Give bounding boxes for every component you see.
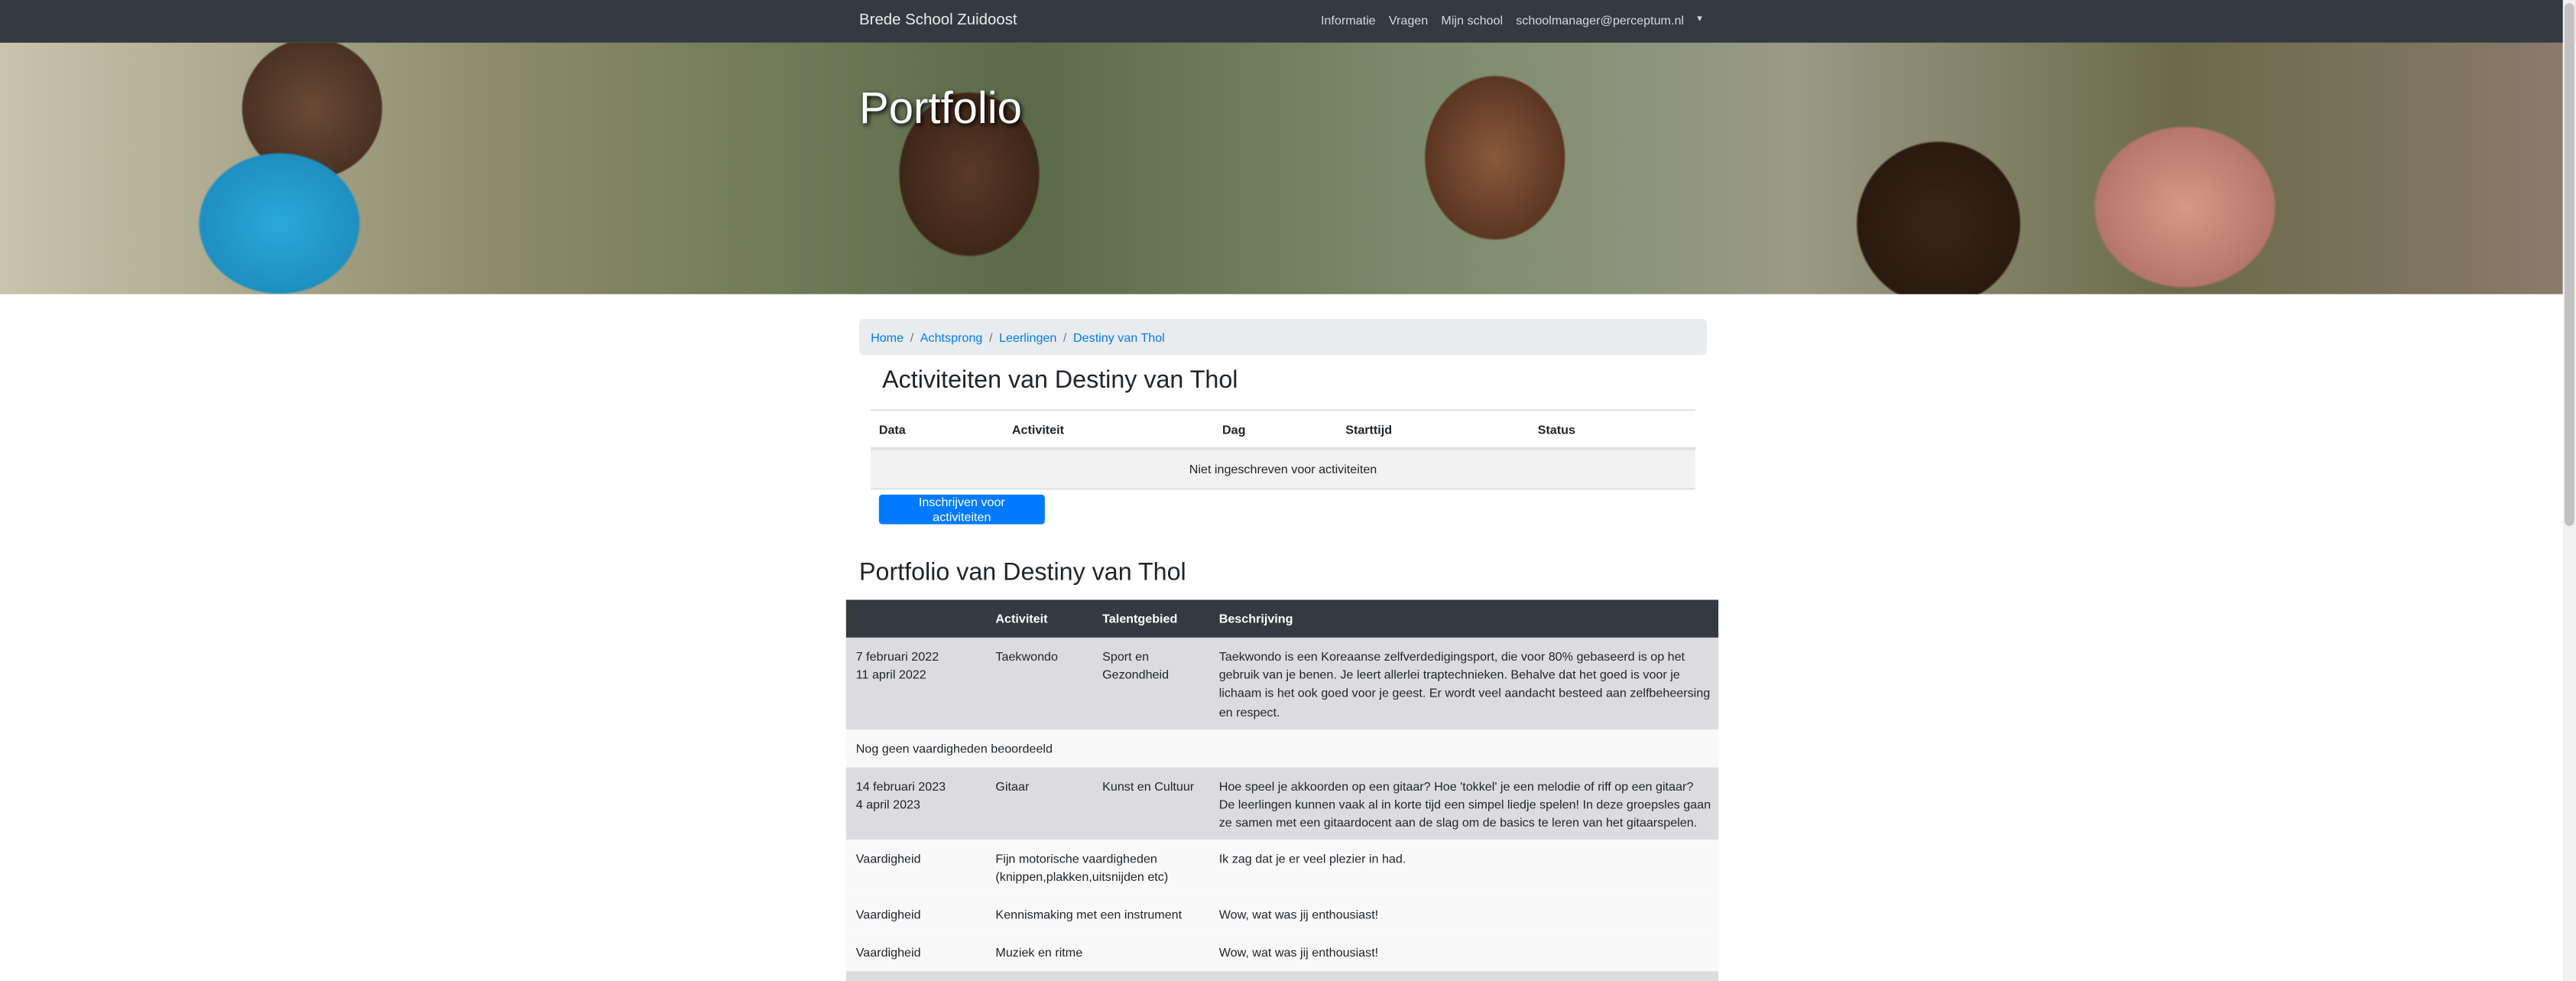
column-header: Activiteit — [1011, 422, 1065, 437]
skill-name: Fijn motorische vaardigheden (knippen,pl… — [995, 851, 1169, 885]
breadcrumb-students[interactable]: Leerlingen — [999, 330, 1056, 344]
breadcrumb-home[interactable]: Home — [871, 330, 904, 344]
table-row: 7 februari 2022 11 april 2022 Taekwondo … — [845, 637, 1719, 730]
start-date: 7 februari 2022 — [855, 648, 939, 664]
table-row: Nog geen vaardigheden beoordeeld — [845, 729, 1719, 768]
table-header: Activiteit Talentgebied Beschrijving — [845, 599, 1719, 638]
breadcrumb-separator: / — [910, 329, 914, 345]
table-row: 14 februari 2023 4 april 2023 Gitaar Kun… — [845, 767, 1719, 840]
portfolio-heading: Portfolio van Destiny van Thol — [859, 558, 1186, 587]
brand-link[interactable]: Brede School Zuidoost — [859, 11, 1017, 30]
scrollbar-thumb[interactable] — [2564, 3, 2574, 526]
page-scrollbar[interactable] — [2562, 0, 2576, 981]
column-header: Starttijd — [1345, 422, 1393, 437]
breadcrumb-separator: / — [1063, 329, 1067, 345]
nav-link-informatie[interactable]: Informatie — [1321, 13, 1376, 28]
page-title: Portfolio — [859, 83, 1022, 134]
skill-label: Vaardigheid — [855, 944, 921, 960]
enroll-activities-button[interactable]: Inschrijven voor activiteiten — [878, 494, 1045, 525]
activities-table: Data Activiteit Dag Starttijd Status Nie… — [871, 409, 1695, 490]
skill-label: Vaardigheid — [855, 907, 921, 922]
activity-name: Gitaar — [995, 778, 1030, 794]
column-header: Talentgebied — [1102, 611, 1178, 626]
column-header: Status — [1537, 422, 1575, 437]
top-navbar: Brede School Zuidoost Informatie Vragen … — [0, 0, 2576, 43]
skill-comment: Wow, wat was jij enthousiast! — [1218, 944, 1379, 960]
talent-area: Kunst en Cultuur — [1102, 778, 1195, 794]
skill-row: Vaardigheid Muziek en ritme Wow, wat was… — [845, 933, 1719, 972]
skill-row: Vaardigheid Fijn motorische vaardigheden… — [845, 840, 1719, 896]
column-header: Beschrijving — [1218, 611, 1293, 626]
activity-name: Taekwondo — [995, 648, 1058, 664]
skill-label: Vaardigheid — [855, 851, 921, 866]
column-header: Activiteit — [995, 611, 1048, 626]
breadcrumb-separator: / — [988, 329, 993, 345]
skill-comment: Ik zag dat je er veel plezier in had. — [1218, 851, 1406, 866]
end-date: 11 april 2022 — [855, 667, 926, 682]
nav-link-mijn-school[interactable]: Mijn school — [1441, 13, 1503, 28]
nav-links: Informatie Vragen Mijn school schoolmana… — [1321, 13, 1702, 28]
table-header: Data Activiteit Dag Starttijd Status — [871, 411, 1695, 450]
chevron-down-icon[interactable]: ▾ — [1697, 13, 1702, 28]
skill-row: Vaardigheid Kennismaking met een instrum… — [845, 895, 1719, 934]
user-menu-email[interactable]: schoolmanager@perceptum.nl — [1516, 13, 1684, 28]
breadcrumb-school[interactable]: Achtsprong — [920, 330, 983, 344]
breadcrumb: Home / Achtsprong / Leerlingen / Destiny… — [859, 318, 1708, 356]
start-date: 14 februari 2023 — [855, 778, 946, 794]
no-skills-note: Nog geen vaardigheden beoordeeld — [855, 741, 1053, 756]
hero-banner-image: Portfolio — [0, 42, 2563, 294]
end-date: 4 april 2023 — [855, 797, 920, 812]
activities-heading: Activiteiten van Destiny van Thol — [882, 366, 1238, 395]
page: Brede School Zuidoost Informatie Vragen … — [0, 0, 2576, 981]
talent-area-line2: Gezondheid — [1102, 667, 1170, 682]
table-row — [845, 971, 1719, 981]
nav-link-vragen[interactable]: Vragen — [1389, 13, 1428, 28]
activity-description: Taekwondo is een Koreaanse zelfverdedigi… — [1218, 648, 1711, 720]
skill-name: Kennismaking met een instrument — [995, 907, 1183, 922]
activity-description: Hoe speel je akkoorden op een gitaar? Ho… — [1218, 778, 1711, 831]
empty-state-row: Niet ingeschreven voor activiteiten — [871, 450, 1695, 490]
column-header: Data — [878, 422, 906, 437]
skill-comment: Wow, wat was jij enthousiast! — [1218, 907, 1379, 922]
skill-name: Muziek en ritme — [995, 944, 1083, 960]
talent-area: Sport en — [1102, 648, 1150, 664]
column-header: Dag — [1222, 422, 1246, 437]
portfolio-table: Activiteit Talentgebied Beschrijving 7 f… — [845, 599, 1719, 981]
breadcrumb-student[interactable]: Destiny van Thol — [1073, 330, 1165, 344]
